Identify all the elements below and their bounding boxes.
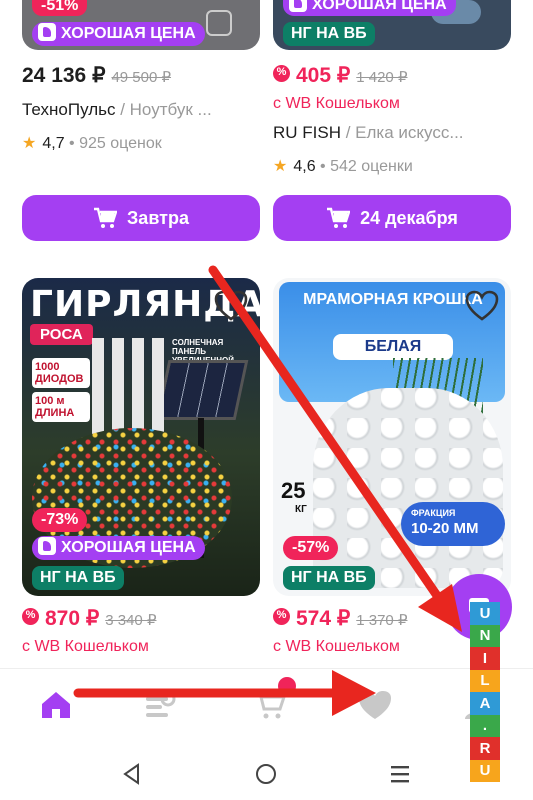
watermark-letter: U	[470, 759, 500, 782]
watermark: UNILA.RU	[470, 602, 500, 782]
watermark-letter: R	[470, 737, 500, 760]
watermark-letter: I	[470, 647, 500, 670]
annotation-arrows	[73, 265, 462, 716]
watermark-letter: L	[470, 669, 500, 692]
watermark-letter: A	[470, 692, 500, 715]
watermark-letter: U	[470, 602, 500, 625]
watermark-letter: N	[470, 624, 500, 647]
watermark-letter: .	[470, 714, 500, 737]
